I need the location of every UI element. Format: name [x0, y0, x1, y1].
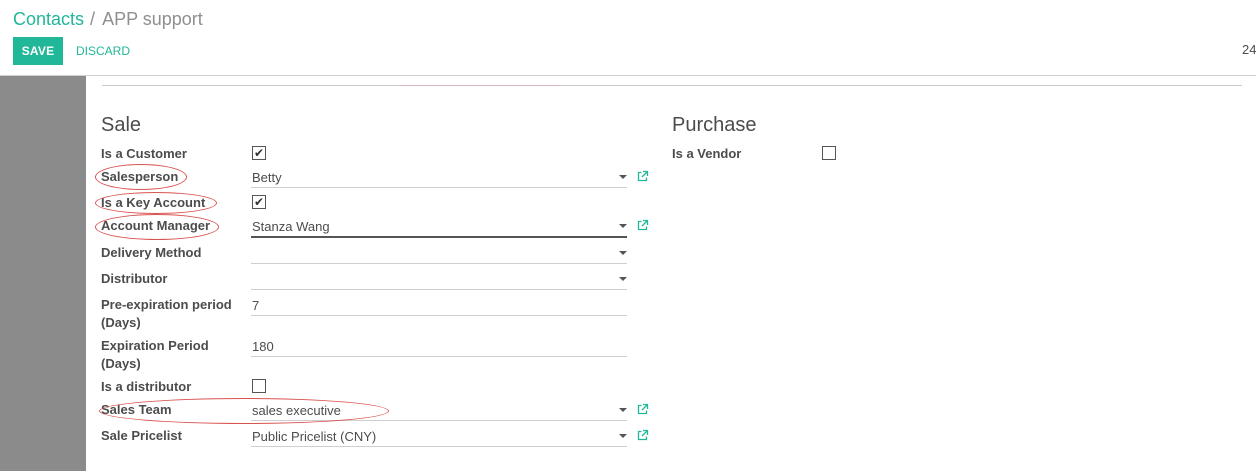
caret-down-icon: [619, 434, 627, 438]
sales-team-label: Sales Team: [101, 402, 172, 417]
is-customer-label: Is a Customer: [101, 146, 187, 161]
is-key-account-checkbox[interactable]: ✔: [252, 195, 266, 209]
sales-team-select[interactable]: sales executive: [251, 400, 627, 421]
caret-down-icon: [619, 175, 627, 179]
left-gray-panel: [0, 76, 86, 471]
caret-down-icon: [619, 277, 627, 281]
expiration-period-label: Expiration Period (Days): [101, 338, 209, 371]
is-vendor-checkbox[interactable]: [822, 146, 836, 160]
sale-pricelist-label: Sale Pricelist: [101, 428, 182, 443]
account-manager-select[interactable]: Stanza Wang: [251, 216, 627, 238]
is-vendor-label: Is a Vendor: [672, 146, 742, 161]
is-distributor-checkbox[interactable]: [252, 379, 266, 393]
checkmark-icon: ✔: [253, 146, 265, 160]
expiration-period-value: 180: [252, 339, 274, 354]
external-link-icon[interactable]: [636, 403, 649, 416]
save-button[interactable]: SAVE: [13, 37, 63, 65]
sale-pricelist-value: Public Pricelist (CNY): [252, 429, 377, 444]
external-link-icon[interactable]: [636, 429, 649, 442]
external-link-icon[interactable]: [636, 170, 649, 183]
checkmark-icon: ✔: [253, 195, 265, 209]
is-customer-checkbox[interactable]: ✔: [252, 146, 266, 160]
pager-value[interactable]: 24: [1242, 42, 1256, 57]
breadcrumb: Contacts / APP support: [13, 9, 203, 30]
sale-section-title: Sale: [101, 114, 142, 136]
pre-expiration-label: Pre-expiration period (Days): [101, 297, 232, 330]
control-panel: Contacts / APP support SAVE DISCARD 24: [0, 0, 1256, 76]
pre-expiration-value: 7: [252, 298, 260, 313]
is-distributor-label: Is a distributor: [101, 379, 192, 394]
account-manager-value: Stanza Wang: [252, 219, 330, 234]
delivery-method-label: Delivery Method: [101, 245, 202, 260]
expiration-period-input[interactable]: 180: [251, 336, 627, 357]
purchase-section-title: Purchase: [672, 114, 757, 136]
pre-expiration-input[interactable]: 7: [251, 295, 627, 316]
breadcrumb-contacts-link[interactable]: Contacts: [13, 9, 84, 29]
delivery-method-select[interactable]: [251, 243, 627, 264]
account-manager-label: Account Manager: [101, 218, 211, 233]
distributor-select[interactable]: [251, 269, 627, 290]
is-key-account-label: Is a Key Account: [101, 195, 206, 210]
caret-down-icon: [619, 224, 627, 228]
breadcrumb-current: APP support: [102, 9, 203, 29]
breadcrumb-separator: /: [90, 9, 96, 29]
caret-down-icon: [619, 251, 627, 255]
distributor-label: Distributor: [101, 271, 168, 286]
sales-team-value: sales executive: [252, 403, 341, 418]
salesperson-label: Salesperson: [101, 169, 179, 184]
discard-button[interactable]: DISCARD: [76, 37, 130, 65]
tab-indicator: [400, 85, 560, 86]
caret-down-icon: [619, 408, 627, 412]
salesperson-value: Betty: [252, 170, 282, 185]
divider: [102, 85, 1242, 86]
sale-pricelist-select[interactable]: Public Pricelist (CNY): [251, 426, 627, 447]
external-link-icon[interactable]: [636, 219, 649, 232]
salesperson-select[interactable]: Betty: [251, 167, 627, 188]
